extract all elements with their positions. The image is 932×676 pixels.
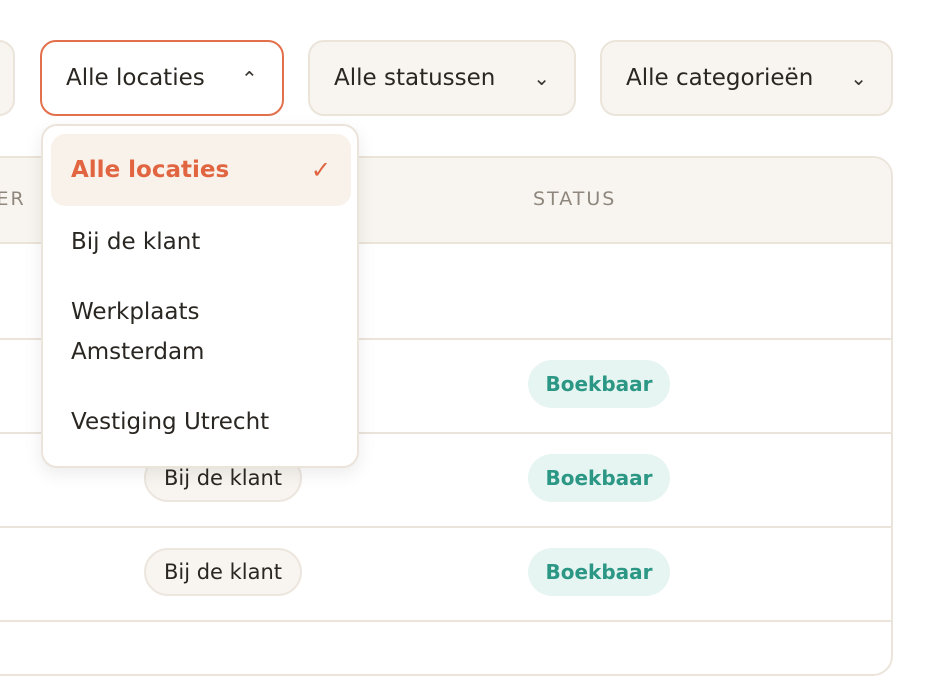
option-label: Vestiging Utrecht: [71, 409, 270, 435]
table-row[interactable]: Bij de klant Boekbaar: [0, 526, 891, 622]
check-icon: ✓: [310, 156, 331, 184]
location-badge: Bij de klant: [144, 548, 302, 596]
column-header-status: STATUS: [533, 188, 617, 210]
column-header-partial: KER: [0, 188, 26, 210]
dropdown-option-bij-de-klant[interactable]: Bij de klant: [51, 222, 351, 262]
location-filter-label: Alle locaties: [66, 65, 205, 91]
location-dropdown-menu: Alle locaties ✓ Bij de klant Werkplaats …: [41, 124, 359, 468]
dropdown-option-vestiging-utrecht[interactable]: Vestiging Utrecht: [51, 402, 351, 442]
location-filter-button[interactable]: Alle locaties ⌄: [40, 40, 284, 116]
category-filter-label: Alle categorieën: [626, 65, 814, 91]
status-filter-label: Alle statussen: [334, 65, 496, 91]
chevron-down-icon: ⌄: [533, 66, 550, 90]
chevron-down-icon: ⌄: [850, 66, 867, 90]
status-badge: Boekbaar: [528, 548, 670, 596]
dropdown-option-alle-locaties[interactable]: Alle locaties ✓: [51, 134, 351, 206]
status-badge: Boekbaar: [528, 454, 670, 502]
option-label: Alle locaties: [71, 157, 230, 183]
dropdown-option-werkplaats-amsterdam[interactable]: Werkplaats Amsterdam: [51, 292, 281, 372]
option-label: Werkplaats Amsterdam: [71, 299, 205, 365]
status-badge: Boekbaar: [528, 360, 670, 408]
previous-filter-button[interactable]: [0, 40, 15, 116]
chevron-up-icon: ⌄: [241, 66, 258, 90]
category-filter-button[interactable]: Alle categorieën ⌄: [600, 40, 893, 116]
option-label: Bij de klant: [71, 229, 201, 255]
status-filter-button[interactable]: Alle statussen ⌄: [308, 40, 576, 116]
